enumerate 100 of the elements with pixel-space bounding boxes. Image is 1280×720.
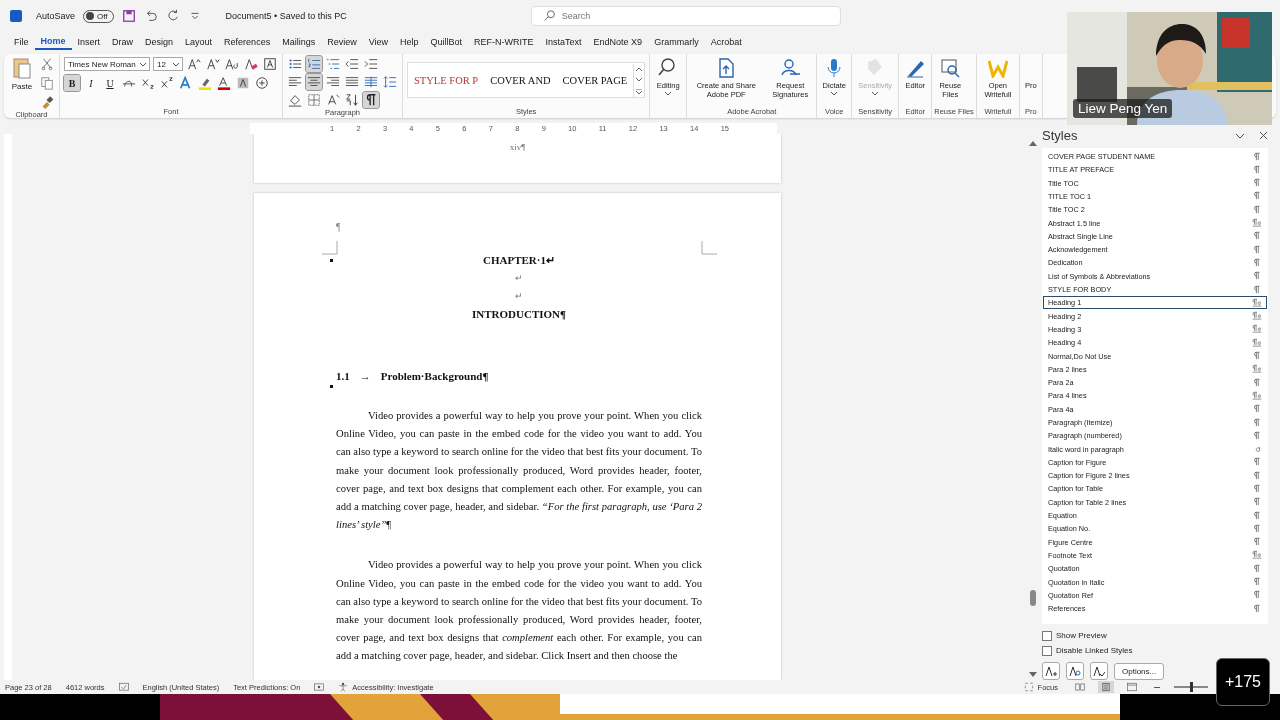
pilcrow-icon [1252, 430, 1262, 441]
size-caret-icon[interactable] [173, 63, 179, 67]
scroll-up-icon[interactable] [1029, 140, 1037, 146]
line-break-mark: ↵ [515, 291, 523, 301]
font-name-field[interactable]: Times New Roman [64, 57, 150, 71]
clear-formatting-icon[interactable] [243, 56, 259, 72]
sort-icon[interactable] [344, 92, 360, 108]
macro-icon[interactable] [314, 682, 325, 692]
bold-button[interactable]: B [64, 75, 80, 91]
proofing-icon[interactable] [118, 682, 129, 692]
ribbon-tab[interactable]: REF-N-WRITE [468, 35, 540, 49]
manage-styles-icon[interactable] [1090, 662, 1108, 680]
style-preview[interactable]: COVER PAGE [556, 74, 634, 86]
pilcrow-icon [1252, 457, 1262, 468]
enclose-character-icon[interactable] [254, 75, 270, 91]
style-preview[interactable]: STYLE FOR P [408, 74, 485, 86]
search-field[interactable]: Search [530, 6, 841, 26]
scroll-down-icon[interactable] [1029, 672, 1037, 678]
ribbon-tab[interactable]: View [362, 35, 395, 49]
focus-icon [1023, 682, 1034, 692]
document-title[interactable]: Document5 • Saved to this PC [225, 11, 347, 21]
tab-arrow: → [359, 369, 371, 384]
font-caret-icon[interactable] [140, 63, 146, 67]
caret-icon [831, 92, 838, 96]
linked-style-icon [1252, 337, 1262, 348]
options-button[interactable]: Options... [1114, 662, 1165, 680]
redo-icon[interactable] [165, 9, 180, 23]
close-icon[interactable] [1259, 131, 1268, 141]
checkbox-label: Disable Linked Styles [1056, 646, 1133, 655]
shrink-font-icon[interactable] [205, 56, 221, 72]
pilcrow-icon [1252, 377, 1262, 388]
ribbon-tab[interactable]: Help [394, 35, 425, 49]
numbering-icon[interactable] [306, 56, 322, 72]
crop-mark [701, 241, 717, 255]
increase-indent-icon[interactable] [363, 56, 379, 72]
linked-style-icon [1252, 390, 1262, 401]
style-preview[interactable]: COVER AND [484, 74, 557, 86]
linked-style-icon [1252, 218, 1262, 229]
ribbon-tab[interactable]: Acrobat [704, 35, 748, 49]
w-logo-icon [987, 58, 1008, 78]
superscript-icon[interactable] [159, 75, 175, 91]
ribbon-tab[interactable]: Home [34, 34, 72, 50]
checkbox[interactable] [1042, 645, 1052, 656]
paste-button[interactable]: Paste [8, 56, 36, 91]
signature-icon [780, 58, 801, 78]
page-number: xiv¶ [509, 142, 526, 154]
ribbon-tab[interactable]: Design [139, 35, 180, 49]
ribbon-tab[interactable]: InstaText [539, 35, 588, 49]
collapse-icon[interactable] [1235, 131, 1245, 140]
checkbox[interactable] [1042, 630, 1052, 641]
ribbon-tab[interactable]: Draw [106, 35, 140, 49]
ribbon-tab[interactable]: QuillBot [424, 35, 469, 49]
underline-button[interactable]: U [102, 75, 118, 91]
ribbon-tab[interactable]: Grammarly [648, 35, 705, 49]
save-icon[interactable] [121, 9, 136, 23]
shading-icon[interactable] [287, 92, 303, 108]
search-icon [542, 9, 557, 23]
word-logo-icon [10, 10, 22, 22]
participants-count[interactable]: +175 [1216, 658, 1270, 706]
pilcrow-icon[interactable] [363, 92, 379, 108]
ribbon-tab[interactable]: EndNote X9 [587, 35, 649, 49]
pilcrow-icon [1252, 563, 1262, 574]
pilcrow-icon [1252, 178, 1262, 189]
ribbon-tab[interactable]: Layout [179, 35, 219, 49]
pilcrow-icon [1252, 191, 1262, 202]
columns-icon[interactable] [363, 74, 379, 90]
change-case-icon[interactable] [224, 56, 240, 72]
pilcrow-icon [1252, 537, 1262, 548]
grow-font-icon[interactable] [186, 56, 202, 72]
ribbon-tab[interactable]: References [218, 35, 277, 49]
body-paragraph: Video provides a powerful way to help you prove your point. When you click Online Video, you can paste in the embed code for the video you want to add. You can also type a keyword to search online for the video that best fits your document. To make your document look professionally produced, Word provides header, footer, cover page, and text box designs that complement each other. For example, you can add a matching cover page, header, and sidebar. “For the first paragraph, use ‘Para 2 lines’ style”¶ [336, 409, 702, 533]
linked-style-icon [1252, 364, 1262, 375]
ribbon-tab[interactable]: Insert [71, 35, 107, 49]
style-inspector-icon[interactable] [1066, 662, 1084, 680]
caret-icon [665, 92, 672, 96]
ribbon-tab[interactable]: File [8, 35, 35, 49]
pilcrow-icon [1252, 257, 1262, 268]
pilcrow-icon [1252, 577, 1262, 588]
scrollbar-thumb[interactable] [1030, 590, 1036, 606]
body-paragraph: Video provides a powerful way to help you prove your point. When you click Online Video, you can paste in the embed code for the video you want to add. You can also type a keyword to search online for the video that best fits your document. To make your document look professionally produced, Word provides header, footer, cover page, and text box designs that complement each other. For example, you can add a matching cover page, header, and sidebar. Click Insert and then choose the [336, 558, 702, 664]
pen-icon [905, 58, 926, 78]
borders-icon[interactable] [306, 92, 322, 108]
italic-button[interactable]: I [83, 75, 99, 91]
character-border-icon[interactable] [262, 56, 278, 72]
bullets-icon[interactable] [287, 56, 303, 72]
multilevel-list-icon[interactable] [325, 56, 341, 72]
new-style-icon[interactable] [1042, 662, 1060, 680]
accessibility-icon [338, 682, 349, 692]
pilcrow-icon [1252, 204, 1262, 215]
web-layout-icon[interactable] [1124, 681, 1140, 693]
align-center-icon[interactable] [306, 74, 322, 90]
character-shading-icon[interactable] [235, 75, 251, 91]
linked-style-icon [1252, 550, 1262, 561]
font-color-icon[interactable] [216, 75, 232, 91]
ribbon-tab[interactable]: Review [321, 35, 363, 49]
decrease-indent-icon[interactable] [344, 56, 360, 72]
font-size-field[interactable]: 12 [153, 57, 183, 71]
autosave-label: AutoSave [36, 11, 76, 21]
ribbon-tab[interactable]: Mailings [276, 35, 322, 49]
scissors-icon[interactable] [39, 56, 55, 72]
